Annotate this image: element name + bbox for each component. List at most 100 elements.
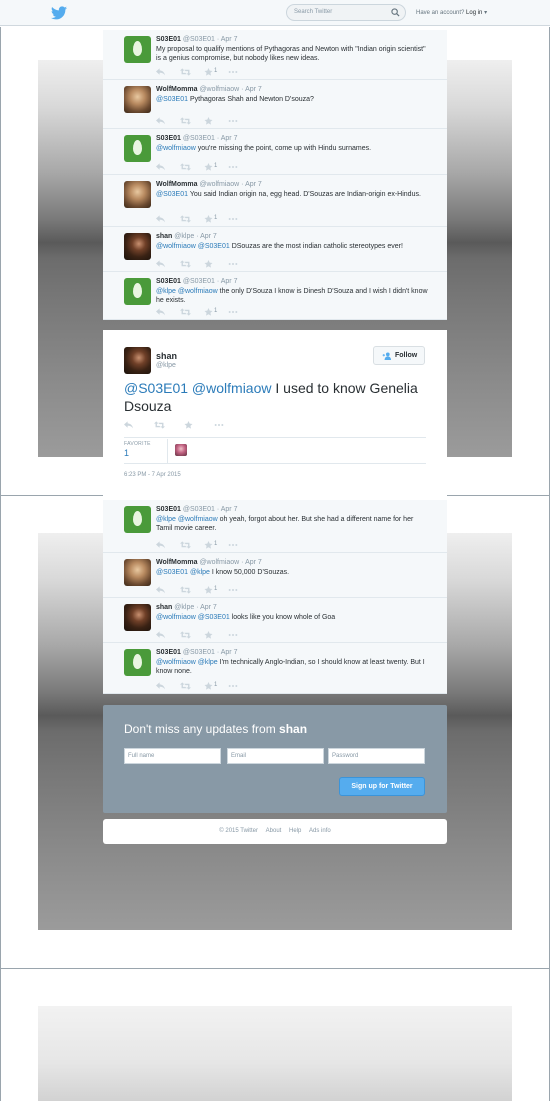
avatar[interactable] [124, 86, 151, 113]
retweet-icon[interactable] [180, 541, 191, 549]
more-icon[interactable] [228, 586, 238, 594]
reply-icon[interactable] [156, 163, 166, 171]
chevron-down-icon[interactable]: ▾ [484, 10, 487, 16]
reply-tweet[interactable]: S03E01 @S03E01 · Apr 7 My proposal to qua… [103, 30, 447, 80]
reply-tweet[interactable]: S03E01 @S03E01 · Apr 7 @wolfmiaow @klpe I… [103, 643, 447, 694]
mention-link[interactable]: @wolfmiaow @S03E01 [156, 243, 230, 250]
password-field[interactable]: Password [328, 748, 425, 764]
tweet-date[interactable]: Apr 7 [200, 233, 217, 240]
more-icon[interactable] [228, 117, 238, 125]
reply-tweet[interactable]: S03E01 @S03E01 · Apr 7 @wolfmiaow you're … [103, 129, 447, 175]
tweet-date[interactable]: Apr 7 [221, 506, 238, 513]
mention-link[interactable]: @S03E01 [156, 96, 188, 103]
mention-link[interactable]: @wolfmiaow [156, 145, 196, 152]
avatar[interactable] [124, 649, 151, 676]
author-handle[interactable]: @S03E01 [183, 36, 215, 43]
reply-tweet[interactable]: shan @klpe · Apr 7 @wolfmiaow @S03E01 loo… [103, 598, 447, 643]
fullname-field[interactable]: Full name [124, 748, 221, 764]
email-field[interactable]: Email [227, 748, 324, 764]
author-name[interactable]: S03E01 [156, 36, 181, 43]
more-icon[interactable] [228, 682, 238, 690]
retweet-icon[interactable] [180, 308, 191, 316]
reply-tweet[interactable]: WolfMomma @wolfmiaow · Apr 7 @S03E01 You … [103, 175, 447, 227]
reply-icon[interactable] [156, 68, 166, 76]
more-icon[interactable] [214, 421, 224, 429]
search-icon[interactable] [391, 8, 400, 17]
tweet-date[interactable]: Apr 7 [245, 86, 262, 93]
mention-link[interactable]: @S03E01 @wolfmiaow [124, 380, 272, 396]
retweet-icon[interactable] [180, 631, 191, 639]
tweet-date[interactable]: Apr 7 [221, 649, 238, 656]
follow-button[interactable]: Follow [373, 346, 425, 365]
tweet-date[interactable]: Apr 7 [245, 181, 262, 188]
avatar[interactable] [124, 278, 151, 305]
author-name[interactable]: WolfMomma [156, 559, 197, 566]
reply-icon[interactable] [156, 541, 166, 549]
more-icon[interactable] [228, 631, 238, 639]
main-tweet-name[interactable]: shan [156, 351, 177, 361]
author-name[interactable]: WolfMomma [156, 86, 197, 93]
retweet-icon[interactable] [180, 260, 191, 268]
more-icon[interactable] [228, 541, 238, 549]
reply-tweet[interactable]: WolfMomma @wolfmiaow · Apr 7 @S03E01 @klp… [103, 553, 447, 598]
avatar[interactable] [175, 444, 187, 456]
author-handle[interactable]: @klpe [174, 604, 194, 611]
favorite-icon[interactable]: 1 [204, 68, 217, 76]
author-handle[interactable]: @wolfmiaow [199, 559, 239, 566]
favorite-icon[interactable] [204, 117, 214, 125]
avatar[interactable] [124, 559, 151, 586]
author-handle[interactable]: @wolfmiaow [199, 181, 239, 188]
reply-icon[interactable] [156, 682, 166, 690]
retweet-icon[interactable] [180, 163, 191, 171]
mention-link[interactable]: @wolfmiaow @klpe [156, 659, 218, 666]
favorite-icon[interactable]: 1 [204, 682, 217, 690]
retweet-icon[interactable] [180, 117, 191, 125]
favorite-icon[interactable] [184, 421, 194, 429]
author-handle[interactable]: @S03E01 [183, 506, 215, 513]
reply-icon[interactable] [156, 586, 166, 594]
login-link[interactable]: Log in [466, 10, 482, 16]
avatar[interactable] [124, 135, 151, 162]
more-icon[interactable] [228, 308, 238, 316]
reply-icon[interactable] [156, 117, 166, 125]
favorite-icon[interactable]: 1 [204, 308, 217, 316]
mention-link[interactable]: @wolfmiaow @S03E01 [156, 614, 230, 621]
mention-link[interactable]: @klpe @wolfmiaow [156, 516, 218, 523]
tweet-date[interactable]: Apr 7 [221, 36, 238, 43]
author-handle[interactable]: @S03E01 [183, 649, 215, 656]
retweet-icon[interactable] [180, 586, 191, 594]
footer-link-about[interactable]: About [266, 828, 282, 834]
reply-tweet[interactable]: S03E01 @S03E01 · Apr 7 @klpe @wolfmiaow t… [103, 272, 447, 320]
twitter-bird-icon[interactable] [51, 6, 67, 20]
avatar[interactable] [124, 604, 151, 631]
favorite-icon[interactable] [204, 631, 214, 639]
favorite-icon[interactable]: 1 [204, 586, 217, 594]
more-icon[interactable] [228, 260, 238, 268]
retweet-icon[interactable] [180, 682, 191, 690]
footer-link-ads-info[interactable]: Ads info [309, 828, 331, 834]
reply-tweet[interactable]: shan @klpe · Apr 7 @wolfmiaow @S03E01 DSo… [103, 227, 447, 272]
reply-icon[interactable] [156, 215, 166, 223]
signup-button[interactable]: Sign up for Twitter [339, 777, 425, 796]
author-name[interactable]: shan [156, 604, 172, 611]
reply-icon[interactable] [156, 308, 166, 316]
reply-icon[interactable] [156, 260, 166, 268]
author-name[interactable]: WolfMomma [156, 181, 197, 188]
main-tweet-handle[interactable]: @klpe [156, 362, 176, 369]
tweet-date[interactable]: Apr 7 [221, 278, 238, 285]
avatar[interactable] [124, 347, 151, 374]
author-handle[interactable]: @klpe [174, 233, 194, 240]
author-name[interactable]: S03E01 [156, 278, 181, 285]
search-input[interactable]: Search Twitter [286, 4, 406, 21]
tweet-timestamp[interactable]: 6:23 PM - 7 Apr 2015 [124, 472, 181, 478]
tweet-date[interactable]: Apr 7 [245, 559, 262, 566]
retweet-icon[interactable] [180, 68, 191, 76]
avatar[interactable] [124, 506, 151, 533]
avatar[interactable] [124, 36, 151, 63]
author-handle[interactable]: @S03E01 [183, 278, 215, 285]
author-handle[interactable]: @S03E01 [183, 135, 215, 142]
favorite-icon[interactable]: 1 [204, 163, 217, 171]
reply-tweet[interactable]: WolfMomma @wolfmiaow · Apr 7 @S03E01 Pyth… [103, 80, 447, 129]
author-name[interactable]: S03E01 [156, 506, 181, 513]
reply-icon[interactable] [156, 631, 166, 639]
